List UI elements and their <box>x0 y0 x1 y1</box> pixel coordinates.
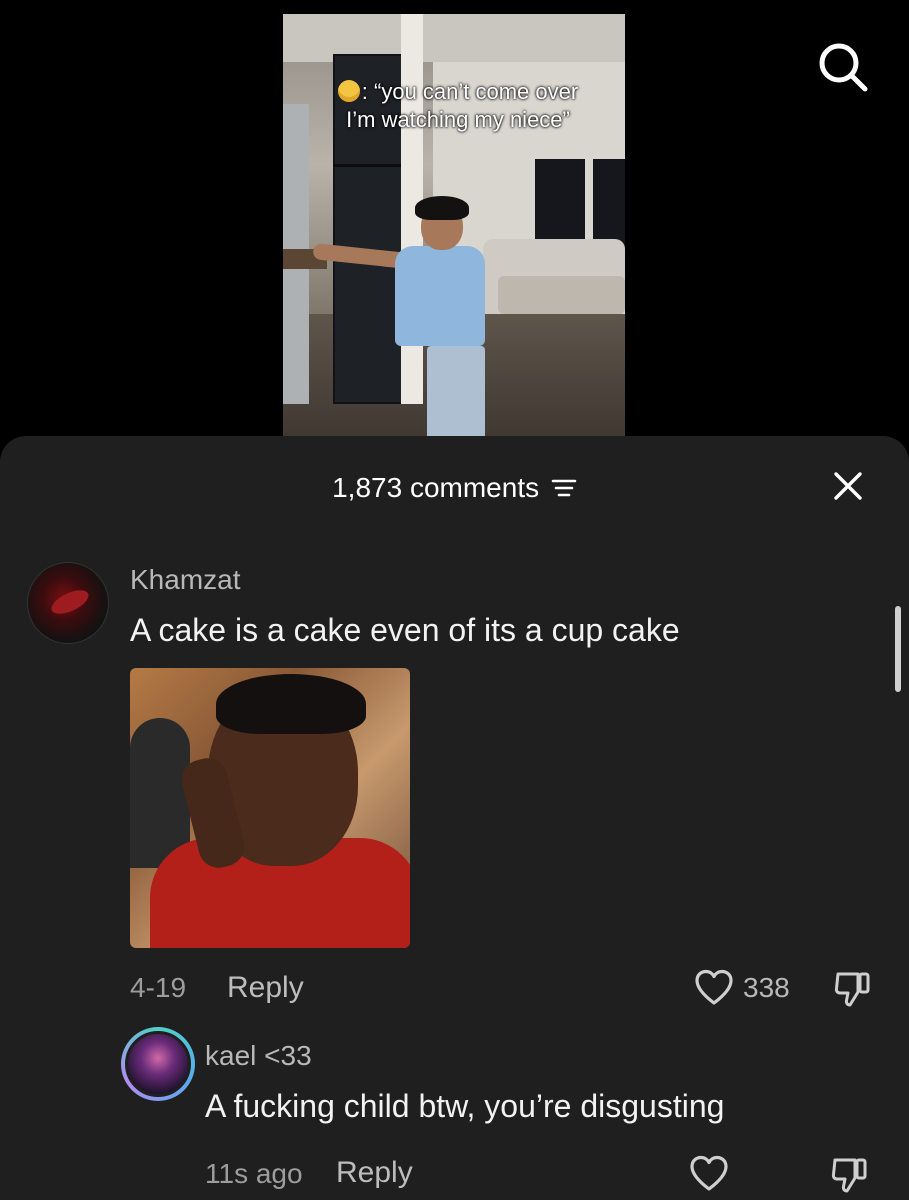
avatar[interactable] <box>27 562 109 644</box>
reply-button[interactable]: Reply <box>336 1156 413 1190</box>
dislike-icon[interactable] <box>832 968 874 1010</box>
reply-username[interactable]: kael <33 <box>205 1040 312 1072</box>
dislike-icon[interactable] <box>829 1154 871 1196</box>
heart-icon[interactable] <box>694 968 734 1008</box>
app-screen: : “you can’t come over I’m watching my n… <box>0 0 909 1200</box>
search-icon[interactable] <box>816 40 870 94</box>
comments-header: 1,873 comments <box>0 466 909 506</box>
comment-text: A cake is a cake even of its a cup cake <box>130 612 680 648</box>
reply-date: 11s ago <box>205 1158 303 1189</box>
filter-icon[interactable] <box>551 477 577 499</box>
comment-count: 1,873 comments <box>332 471 540 503</box>
comment-date: 4-19 <box>130 972 187 1003</box>
scrollbar[interactable] <box>895 606 901 692</box>
comments-sheet: 1,873 comments Khamzat A cake is a cake … <box>0 436 909 1200</box>
reply-text: A fucking child btw, you’re disgusting <box>205 1088 725 1124</box>
like-count: 338 <box>743 972 790 1003</box>
avatar-reply[interactable] <box>121 1027 195 1101</box>
video-preview[interactable]: : “you can’t come over I’m watching my n… <box>283 14 625 444</box>
caption-line-2: I’m watching my niece” <box>346 107 570 132</box>
video-caption: : “you can’t come over I’m watching my n… <box>283 78 625 134</box>
comment-username[interactable]: Khamzat <box>130 564 241 596</box>
close-icon[interactable] <box>832 470 864 502</box>
woman-emoji-icon <box>337 80 360 102</box>
comment-image[interactable] <box>130 668 410 948</box>
reply-button[interactable]: Reply <box>227 971 304 1005</box>
heart-icon[interactable] <box>689 1154 729 1194</box>
caption-line-1: : “you can’t come over <box>291 78 625 106</box>
